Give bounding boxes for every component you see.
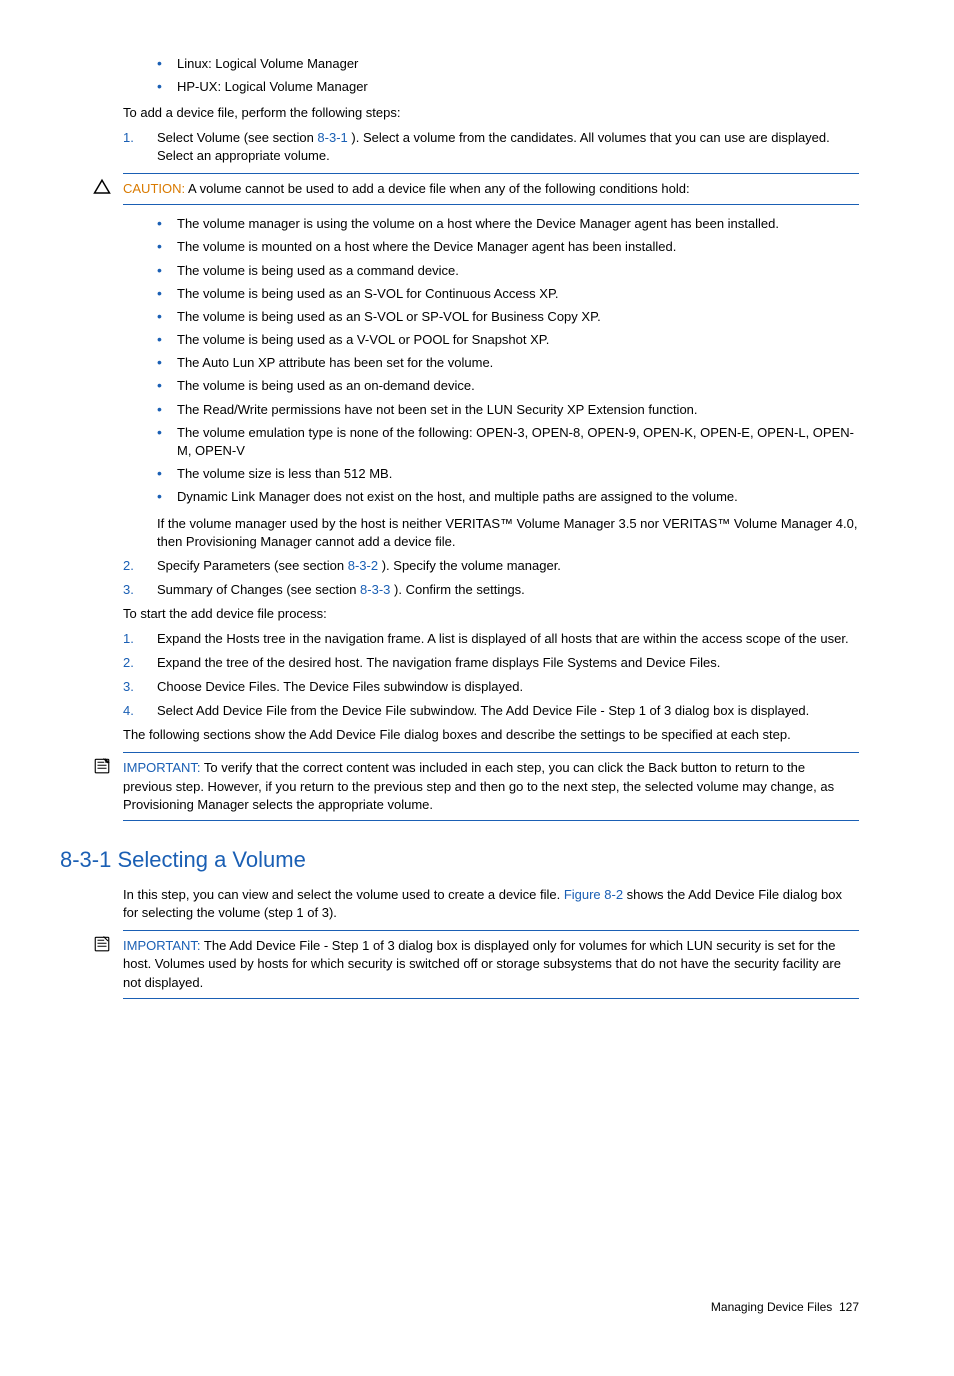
xref-link[interactable]: Figure 8-2 — [564, 887, 623, 902]
list-item: HP-UX: Logical Volume Manager — [157, 78, 859, 96]
section-body-text: In this step, you can view and select th… — [123, 886, 859, 922]
caution-callout: CAUTION: A volume cannot be used to add … — [123, 173, 859, 205]
caution-text: A volume cannot be used to add a device … — [185, 181, 689, 196]
footer-section: Managing Device Files — [711, 1300, 832, 1314]
list-item: The volume size is less than 512 MB. — [157, 465, 859, 483]
step-item: Specify Parameters (see section 8-3-2 ).… — [123, 557, 859, 575]
list-item: The volume is mounted on a host where th… — [157, 238, 859, 256]
note-icon — [93, 935, 113, 955]
add-device-steps: Select Volume (see section 8-3-1 ). Sele… — [123, 129, 859, 165]
document-page: Linux: Logical Volume Manager HP-UX: Log… — [95, 55, 859, 1316]
section-heading: 8-3-1 Selecting a Volume — [60, 845, 859, 876]
list-item: Dynamic Link Manager does not exist on t… — [157, 488, 859, 506]
list-item: The Auto Lun XP attribute has been set f… — [157, 354, 859, 372]
list-item: The volume is being used as a V-VOL or P… — [157, 331, 859, 349]
important-label: IMPORTANT: — [123, 760, 201, 775]
add-device-steps-cont: Specify Parameters (see section 8-3-2 ).… — [123, 557, 859, 599]
list-item: The volume manager is using the volume o… — [157, 215, 859, 233]
os-manager-list: Linux: Logical Volume Manager HP-UX: Log… — [157, 55, 859, 96]
page-footer: Managing Device Files 127 — [95, 1299, 859, 1316]
important-label: IMPORTANT: — [123, 938, 201, 953]
important-text: The Add Device File - Step 1 of 3 dialog… — [123, 938, 841, 989]
list-item: Linux: Logical Volume Manager — [157, 55, 859, 73]
important-callout: IMPORTANT: To verify that the correct co… — [123, 752, 859, 821]
following-sections-text: The following sections show the Add Devi… — [123, 726, 859, 744]
xref-link[interactable]: 8-3-2 — [348, 558, 378, 573]
xref-link[interactable]: 8-3-1 — [317, 130, 347, 145]
step-item: Select Volume (see section 8-3-1 ). Sele… — [123, 129, 859, 165]
list-item: The volume is being used as an S-VOL or … — [157, 308, 859, 326]
start-process-steps: Expand the Hosts tree in the navigation … — [123, 630, 859, 721]
step-item: Expand the Hosts tree in the navigation … — [123, 630, 859, 648]
list-item: The volume emulation type is none of the… — [157, 424, 859, 460]
important-text: To verify that the correct content was i… — [123, 760, 834, 811]
caution-icon — [93, 178, 113, 198]
xref-link[interactable]: 8-3-3 — [360, 582, 390, 597]
step-item: Select Add Device File from the Device F… — [123, 702, 859, 720]
intro-text: To add a device file, perform the follow… — [123, 104, 859, 122]
note-icon — [93, 757, 113, 777]
step-item: Expand the tree of the desired host. The… — [123, 654, 859, 672]
list-item: The volume is being used as a command de… — [157, 262, 859, 280]
step-item: Summary of Changes (see section 8-3-3 ).… — [123, 581, 859, 599]
list-item: The volume is being used as an on-demand… — [157, 377, 859, 395]
caution-label: CAUTION: — [123, 181, 185, 196]
important-callout: IMPORTANT: The Add Device File - Step 1 … — [123, 930, 859, 999]
after-conditions-text: If the volume manager used by the host i… — [157, 515, 859, 551]
step-item: Choose Device Files. The Device Files su… — [123, 678, 859, 696]
footer-page-number: 127 — [839, 1300, 859, 1314]
list-item: The Read/Write permissions have not been… — [157, 401, 859, 419]
condition-list: The volume manager is using the volume o… — [157, 215, 859, 506]
list-item: The volume is being used as an S-VOL for… — [157, 285, 859, 303]
start-process-text: To start the add device file process: — [123, 605, 859, 623]
